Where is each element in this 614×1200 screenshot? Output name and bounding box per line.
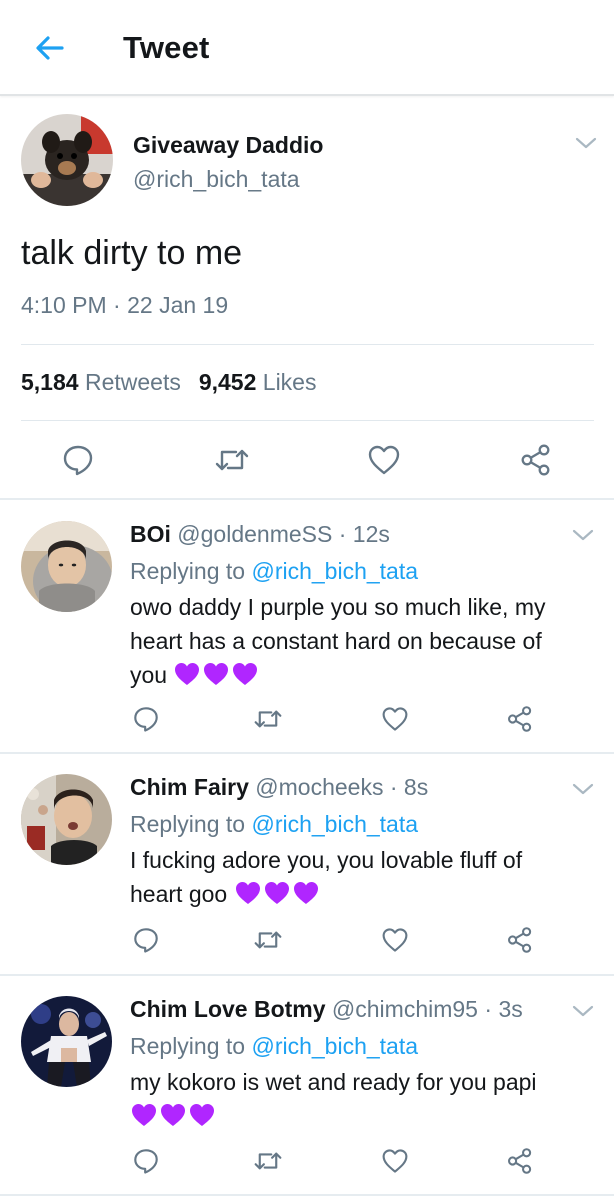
heart-icon [368, 445, 400, 475]
likes-stat[interactable]: 9,452 Likes [199, 369, 317, 395]
tweet-menu-button[interactable] [573, 134, 599, 152]
purple-heart-emoji [173, 661, 260, 696]
retweet-icon [254, 931, 282, 949]
like-button[interactable] [375, 1141, 415, 1181]
replying-to: Replying to @rich_bich_tata [130, 1033, 419, 1059]
share-button[interactable] [500, 1141, 540, 1181]
reply-button[interactable] [126, 699, 166, 739]
author-name[interactable]: Chim Love Botmy [130, 996, 326, 1022]
replying-to: Replying to @rich_bich_tata [130, 811, 419, 837]
avatar[interactable] [21, 774, 112, 865]
timestamp-separator: · [113, 292, 121, 318]
tweet-timestamp: 4:10 PM · 22 Jan 19 [21, 292, 228, 319]
tweet-menu-button[interactable] [570, 526, 596, 544]
retweets-stat[interactable]: 5,184 Retweets [21, 369, 181, 395]
back-button[interactable] [30, 28, 70, 68]
like-button[interactable] [375, 920, 415, 960]
author-name[interactable]: Chim Fairy [130, 774, 249, 800]
retweet-button[interactable] [248, 1141, 288, 1181]
reply-header: Chim Fairy @mocheeks · 8s [130, 774, 428, 801]
chevron-down-icon [572, 529, 594, 541]
mention-link[interactable]: @rich_bich_tata [251, 1033, 418, 1059]
mention-link[interactable]: @rich_bich_tata [251, 811, 418, 837]
tweet-stats: 5,184 Retweets 9,452 Likes [21, 369, 316, 396]
avatar[interactable] [21, 521, 112, 612]
separator: · [484, 996, 493, 1022]
divider [21, 344, 594, 345]
tweet-age: 8s [403, 774, 429, 800]
retweet-button[interactable] [248, 699, 288, 739]
reply-icon [134, 1149, 158, 1174]
retweet-icon [254, 1152, 282, 1170]
replying-to: Replying to @rich_bich_tata [130, 558, 419, 584]
tweet-time: 4:10 PM [21, 292, 107, 318]
heart-icon [382, 707, 408, 731]
separator: · [389, 774, 398, 800]
reply-header: Chim Love Botmy @chimchim95 · 3s [130, 996, 523, 1023]
top-bar: Tweet [0, 0, 614, 96]
reply-button[interactable] [126, 1141, 166, 1181]
share-icon [508, 1148, 532, 1174]
purple-heart-emoji [234, 880, 321, 915]
tweet-menu-button[interactable] [570, 1002, 596, 1020]
tweet-text: talk dirty to me [21, 234, 243, 272]
share-icon [508, 927, 532, 953]
reply-icon [134, 928, 158, 953]
reply-tweet[interactable]: Chim Love Botmy @chimchim95 · 3s Replyin… [0, 978, 614, 1196]
author-name[interactable]: Giveaway Daddio [133, 132, 323, 159]
chevron-down-icon [572, 783, 594, 795]
arrow-left-icon [36, 36, 64, 60]
tweet-text: I fucking adore you, you lovable fluff o… [130, 843, 600, 915]
reply-header: BOi @goldenmeSS · 12s [130, 521, 390, 548]
purple-heart-emoji [130, 1102, 217, 1137]
retweet-button[interactable] [212, 440, 252, 480]
separator: · [338, 521, 347, 547]
chevron-down-icon [572, 1005, 594, 1017]
like-button[interactable] [364, 440, 404, 480]
main-tweet: Giveaway Daddio @rich_bich_tata talk dir… [0, 98, 614, 500]
tweet-age: 12s [352, 521, 390, 547]
tweet-text: owo daddy I purple you so much like, my … [130, 590, 600, 696]
share-button[interactable] [516, 440, 556, 480]
tweet-date: 22 Jan 19 [127, 292, 229, 318]
retweet-icon [215, 449, 249, 471]
tweet-menu-button[interactable] [570, 780, 596, 798]
heart-icon [382, 1149, 408, 1173]
author-name[interactable]: BOi [130, 521, 171, 547]
share-icon [521, 444, 550, 476]
divider [21, 420, 594, 421]
avatar[interactable] [21, 996, 112, 1087]
chevron-down-icon [575, 137, 597, 149]
reply-button[interactable] [58, 440, 98, 480]
author-handle[interactable]: @mocheeks [255, 774, 383, 800]
author-handle[interactable]: @rich_bich_tata [133, 166, 300, 193]
author-handle[interactable]: @chimchim95 [332, 996, 478, 1022]
reply-tweet[interactable]: Chim Fairy @mocheeks · 8s Replying to @r… [0, 756, 614, 976]
tweet-text: my kokoro is wet and ready for you papi [130, 1065, 600, 1137]
reply-tweet[interactable]: BOi @goldenmeSS · 12s Replying to @rich_… [0, 500, 614, 754]
share-button[interactable] [500, 699, 540, 739]
retweet-icon [254, 710, 282, 728]
author-handle[interactable]: @goldenmeSS [177, 521, 332, 547]
page-title: Tweet [123, 30, 210, 65]
share-button[interactable] [500, 920, 540, 960]
reply-button[interactable] [126, 920, 166, 960]
like-button[interactable] [375, 699, 415, 739]
avatar[interactable] [21, 114, 113, 206]
heart-icon [382, 928, 408, 952]
share-icon [508, 706, 532, 732]
retweet-button[interactable] [248, 920, 288, 960]
mention-link[interactable]: @rich_bich_tata [251, 558, 418, 584]
reply-icon [63, 445, 93, 476]
reply-icon [134, 707, 158, 732]
tweet-age: 3s [498, 996, 523, 1022]
